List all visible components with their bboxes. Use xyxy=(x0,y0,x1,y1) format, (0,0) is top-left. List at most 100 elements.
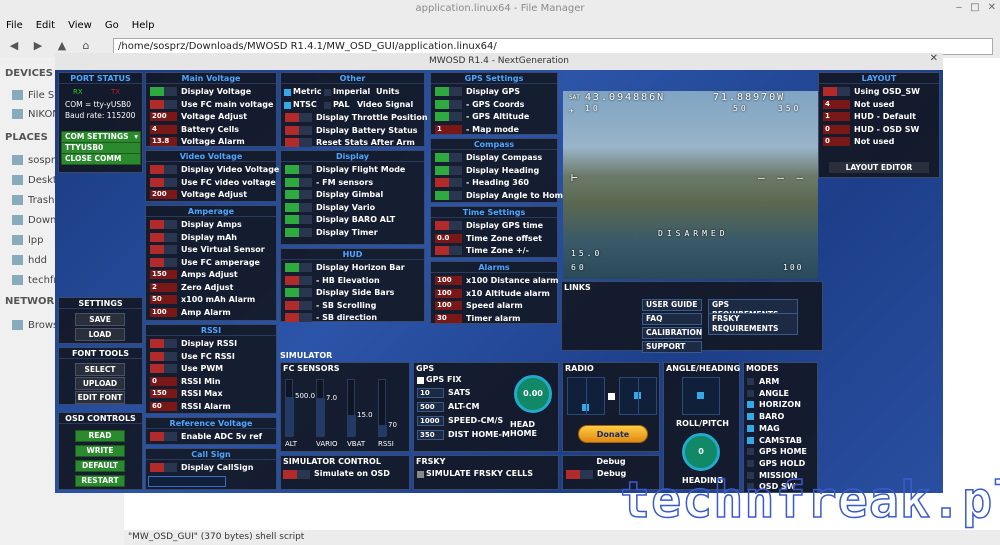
toggle-switch[interactable] xyxy=(150,351,177,361)
close-icon[interactable]: ✕ xyxy=(988,2,996,13)
load-button[interactable]: LOAD xyxy=(75,328,125,341)
toggle-switch[interactable] xyxy=(150,364,177,373)
toggle-switch[interactable] xyxy=(150,463,177,472)
number-input[interactable]: 0.0 xyxy=(435,233,462,243)
edit-font-button[interactable]: EDIT FONT xyxy=(75,391,125,404)
donate-button[interactable]: Donate xyxy=(578,425,648,443)
toggle-switch[interactable] xyxy=(285,202,312,212)
pal-radio[interactable] xyxy=(324,102,331,109)
metric-radio[interactable] xyxy=(284,89,291,96)
sidebar-place-item[interactable]: techfr xyxy=(12,275,58,286)
roll-pitch-pad[interactable] xyxy=(682,377,720,415)
window-controls[interactable]: ‒ □ ✕ xyxy=(948,2,996,13)
toggle-switch[interactable] xyxy=(285,300,312,310)
mode-checkbox[interactable] xyxy=(747,378,754,385)
sensor-slider[interactable] xyxy=(285,379,294,437)
toggle-switch[interactable] xyxy=(150,87,177,96)
debug-toggle[interactable] xyxy=(566,470,593,479)
sidebar-device-item[interactable]: NIKON xyxy=(12,109,60,120)
sidebar-place-item[interactable]: Trash xyxy=(12,195,54,206)
link-faq[interactable]: FAQ xyxy=(642,313,702,325)
number-input[interactable]: 100 xyxy=(435,288,462,298)
link-frsky-requirements[interactable]: FRSKY REQUIREMENTS xyxy=(708,313,798,335)
toggle-switch[interactable] xyxy=(150,232,177,242)
number-input[interactable]: 60 xyxy=(150,401,177,411)
mode-checkbox[interactable] xyxy=(747,389,754,397)
radio-center-checkbox[interactable] xyxy=(608,393,615,400)
gps-sim-input[interactable]: 1000 xyxy=(417,416,444,426)
menu-view[interactable]: View xyxy=(68,20,92,31)
toggle-switch[interactable] xyxy=(150,257,177,267)
toggle-switch[interactable] xyxy=(285,138,312,147)
number-input[interactable]: 0 xyxy=(150,376,177,386)
toggle-switch[interactable] xyxy=(285,227,312,237)
minimize-icon[interactable]: ‒ xyxy=(956,2,962,13)
number-input[interactable]: 50 xyxy=(150,295,177,304)
number-input[interactable]: 100 xyxy=(435,276,462,285)
toggle-switch[interactable] xyxy=(150,99,177,109)
mode-checkbox[interactable] xyxy=(747,424,754,432)
heading-gauge[interactable]: 0 xyxy=(682,433,720,471)
menu-edit[interactable]: Edit xyxy=(36,20,55,31)
toggle-switch[interactable] xyxy=(285,177,312,187)
number-input[interactable]: 4 xyxy=(823,99,850,109)
toggle-switch[interactable] xyxy=(285,125,312,135)
number-input[interactable]: 30 xyxy=(435,313,462,323)
callsign-input[interactable] xyxy=(148,476,226,487)
toggle-switch[interactable] xyxy=(435,99,462,109)
sim-on-osd-toggle[interactable] xyxy=(283,470,310,479)
gps-sim-input[interactable]: 10 xyxy=(417,388,444,398)
toggle-switch[interactable] xyxy=(150,177,177,187)
toggle-switch[interactable] xyxy=(435,165,462,175)
number-input[interactable]: 1 xyxy=(823,112,850,121)
toggle-switch[interactable] xyxy=(150,165,177,174)
toggle-switch[interactable] xyxy=(435,87,462,96)
number-input[interactable]: 100 xyxy=(150,307,177,317)
font-upload-button[interactable]: UPLOAD xyxy=(75,377,125,390)
head-home-gauge[interactable]: 0.00 xyxy=(514,375,552,413)
toggle-switch[interactable] xyxy=(285,263,312,272)
link-user-guide[interactable]: USER GUIDE xyxy=(642,299,702,311)
toggle-switch[interactable] xyxy=(435,112,462,121)
sidebar-place-item[interactable]: sospr xyxy=(12,155,55,166)
read-button[interactable]: READ xyxy=(75,430,125,442)
number-input[interactable]: 0 xyxy=(823,124,850,134)
toggle-switch[interactable] xyxy=(285,275,312,285)
toggle-switch[interactable] xyxy=(150,432,177,441)
link-calibration[interactable]: CALIBRATION xyxy=(642,327,702,339)
layout-editor-button[interactable]: LAYOUT EDITOR xyxy=(829,162,929,173)
sidebar-network-item[interactable]: Brows xyxy=(12,320,58,331)
number-input[interactable]: 150 xyxy=(150,270,177,279)
number-input[interactable]: 2 xyxy=(150,282,177,292)
toggle-switch[interactable] xyxy=(150,339,177,348)
osd-close-icon[interactable]: ✕ xyxy=(930,53,938,64)
gps-sim-input[interactable]: 350 xyxy=(417,430,444,440)
close-comm-button[interactable]: CLOSE COMM xyxy=(61,153,141,165)
home-icon[interactable]: ⌂ xyxy=(78,38,94,54)
mode-checkbox[interactable] xyxy=(747,436,754,444)
toggle-switch[interactable] xyxy=(150,245,177,254)
mode-checkbox[interactable] xyxy=(747,401,754,409)
sensor-slider[interactable] xyxy=(378,379,387,437)
mode-checkbox[interactable] xyxy=(747,459,754,467)
forward-icon[interactable]: ▶ xyxy=(30,38,46,54)
mode-checkbox[interactable] xyxy=(747,448,754,456)
sidebar-place-item[interactable]: Down xyxy=(12,215,56,226)
sensor-slider[interactable] xyxy=(316,379,325,437)
toggle-switch[interactable] xyxy=(435,246,462,255)
up-icon[interactable]: ▲ xyxy=(54,38,70,54)
frsky-cells-checkbox[interactable] xyxy=(417,471,424,478)
number-input[interactable]: 4 xyxy=(150,124,177,134)
number-input[interactable]: 150 xyxy=(150,389,177,398)
toggle-switch[interactable] xyxy=(285,113,312,122)
gps-fix-checkbox[interactable] xyxy=(417,377,424,384)
toggle-switch[interactable] xyxy=(435,178,462,187)
toggle-switch[interactable] xyxy=(150,220,177,229)
mode-checkbox[interactable] xyxy=(747,413,754,421)
gps-sim-input[interactable]: 500 xyxy=(417,402,444,412)
font-select-button[interactable]: SELECT xyxy=(75,363,125,376)
left-stick-pad[interactable] xyxy=(567,377,605,415)
toggle-switch[interactable] xyxy=(823,87,850,96)
toggle-switch[interactable] xyxy=(435,221,462,230)
default-button[interactable]: DEFAULT xyxy=(75,460,125,472)
